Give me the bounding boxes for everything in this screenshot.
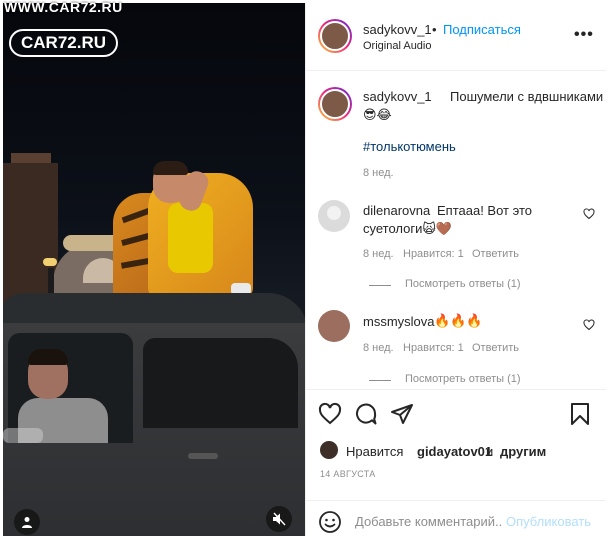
- author-username[interactable]: sadykovv_1: [363, 22, 432, 37]
- view-replies-button[interactable]: Посмотреть ответы (1): [405, 278, 521, 290]
- bookmark-icon[interactable]: [568, 402, 594, 428]
- likes-others-link[interactable]: другим: [500, 444, 546, 459]
- lamp-light: [43, 258, 57, 266]
- post-header: sadykovv_1 • Подписаться Original Audio …: [306, 3, 606, 71]
- view-replies-button[interactable]: Посмотреть ответы (1): [405, 373, 521, 385]
- driver-hair: [28, 349, 68, 365]
- replies-divider: [369, 380, 391, 381]
- likes-prefix: Нравится: [346, 444, 404, 459]
- publish-button[interactable]: Опубликовать: [506, 514, 591, 529]
- comment-timestamp[interactable]: 8 нед.: [363, 342, 394, 354]
- car-window-rear: [143, 338, 298, 428]
- person-hair: [153, 161, 188, 175]
- caption-timestamp[interactable]: 8 нед.: [363, 167, 394, 179]
- comment-username[interactable]: mssmyslova: [363, 314, 435, 329]
- add-comment-bar: Опубликовать: [306, 500, 606, 536]
- comment-likes[interactable]: Нравится: 1: [403, 248, 464, 260]
- commenter-avatar[interactable]: [318, 310, 350, 342]
- post-date[interactable]: 14 АВГУСТА: [320, 469, 376, 479]
- bookmark-icon-glyph: [571, 403, 589, 425]
- liker-avatar[interactable]: [320, 441, 338, 459]
- yellow-shirt: [168, 203, 213, 273]
- speaker-muted-icon-glyph: [273, 512, 286, 526]
- comment-likes[interactable]: Нравится: 1: [403, 342, 464, 354]
- action-bar: [306, 389, 606, 439]
- heart-icon-glyph: [318, 402, 342, 425]
- caption-username[interactable]: sadykovv_1: [363, 89, 432, 104]
- person-icon-glyph: [22, 517, 32, 528]
- reply-button[interactable]: Ответить: [472, 248, 519, 260]
- comment-input[interactable]: [355, 511, 503, 531]
- author-avatar[interactable]: [318, 19, 352, 53]
- door-handle: [188, 453, 218, 459]
- heart-icon-glyph: [583, 208, 595, 220]
- caption-author-avatar[interactable]: [318, 87, 352, 121]
- smiley-icon[interactable]: [318, 510, 342, 534]
- paper-plane-icon-glyph: [391, 404, 413, 424]
- caption-emoji: 😎😂: [363, 107, 392, 122]
- comment-bubble-icon-glyph: [356, 403, 377, 425]
- comment-text: 🔥🔥🔥: [434, 313, 483, 328]
- audio-link[interactable]: Original Audio: [363, 40, 432, 52]
- comment-like-heart-icon[interactable]: [583, 319, 595, 331]
- post-sidebar: sadykovv_1 • Подписаться Original Audio …: [305, 3, 606, 536]
- separator-dot: •: [432, 22, 437, 37]
- paper-plane-icon[interactable]: [390, 402, 416, 428]
- watermark-site: WWW.CAR72.RU: [4, 0, 123, 15]
- more-dots-icon[interactable]: •••: [574, 26, 594, 44]
- comment-timestamp[interactable]: 8 нед.: [363, 248, 394, 260]
- comment-bubble-icon[interactable]: [354, 402, 380, 428]
- car72-logo: CAR72.RU: [9, 29, 119, 57]
- replies-divider: [369, 285, 391, 286]
- caption-text: Пошумели с вдвшниками: [450, 89, 604, 104]
- comment-like-heart-icon[interactable]: [583, 208, 595, 220]
- heart-icon-glyph: [583, 319, 595, 331]
- comment-text: Ептааа! Вот это: [437, 203, 532, 218]
- comment-text-continued: суетологи🙀🤎: [363, 221, 453, 236]
- reply-button[interactable]: Ответить: [472, 342, 519, 354]
- comment-username[interactable]: dilenarovna: [363, 203, 430, 218]
- post-video[interactable]: CAR72.RU: [3, 3, 305, 536]
- liker-username[interactable]: gidayatov01: [417, 444, 492, 459]
- steering-wheel: [3, 428, 43, 443]
- heart-icon[interactable]: [318, 402, 344, 428]
- follow-button[interactable]: Подписаться: [443, 22, 521, 37]
- hashtag-link[interactable]: #толькотюмень: [363, 139, 456, 154]
- speaker-muted-icon[interactable]: [266, 506, 292, 532]
- commenter-avatar[interactable]: [318, 200, 350, 232]
- likes-connector: и: [486, 444, 494, 459]
- smiley-icon-glyph: [319, 511, 341, 533]
- person-icon[interactable]: [14, 509, 40, 535]
